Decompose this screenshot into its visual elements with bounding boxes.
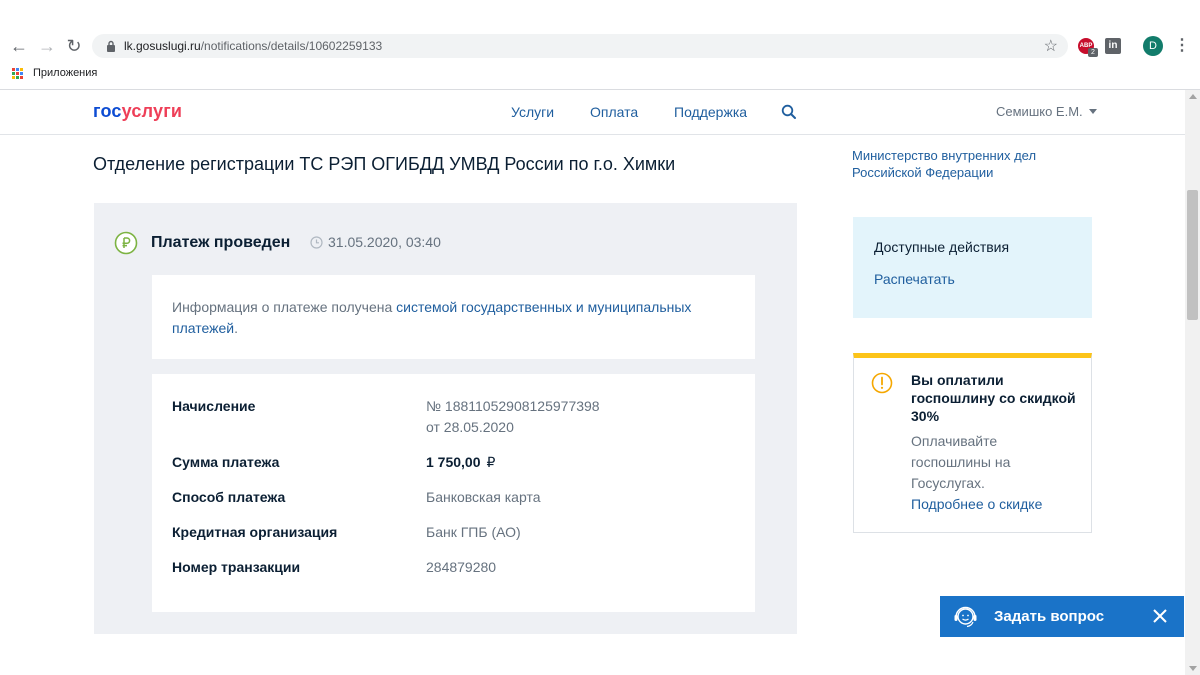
discount-title: Вы оплатили госпошлину со скидкой 30% [911,372,1076,424]
support-headset-icon [954,606,977,628]
adblock-badge: 2 [1088,48,1098,57]
back-arrow-icon[interactable]: ← [9,36,29,56]
reload-icon[interactable]: ↻ [64,36,84,56]
ask-question-widget[interactable]: Задать вопрос [940,596,1184,637]
detail-label: Кредитная организация [172,524,338,540]
gosuslugi-logo[interactable]: госуслуги [93,101,182,122]
accrual-date: от 28.05.2020 [426,419,514,435]
detail-label: Сумма платежа [172,454,280,470]
discount-notice: Вы оплатили госпошлину со скидкой 30% Оп… [853,353,1092,533]
detail-label: Начисление [172,398,256,414]
url-text: lk.gosuslugi.ru/notifications/details/10… [124,39,383,53]
transaction-number: 284879280 [426,559,497,575]
payment-method: Банковская карта [426,489,541,505]
caret-down-icon [1088,109,1097,114]
detail-label: Номер транзакции [172,559,301,575]
profile-avatar[interactable]: D [1143,36,1163,56]
site-header: госуслуги Услуги Оплата Поддержка Семишк… [0,90,1185,135]
actions-title: Доступные действия [874,239,1010,255]
status-datetime: 31.05.2020, 03:40 [328,234,441,250]
lock-icon [107,40,115,52]
discount-text: Оплачивайте госпошлины на Госуслугах. [911,433,1011,491]
payment-info-card: Информация о платеже получена системой г… [152,275,755,359]
apps-grid-icon[interactable] [12,68,23,79]
bookmark-star-icon[interactable]: ☆ [1044,36,1058,56]
page-scrollbar[interactable] [1185,90,1200,675]
linkedin-extension-icon[interactable]: in [1105,38,1121,54]
payment-amount: 1 750,00 ₽ [426,454,496,470]
browser-toolbar: ← → ↻ lk.gosuslugi.ru/notifications/deta… [0,0,1200,90]
user-menu[interactable]: Семишко Е.М. [996,104,1097,119]
browser-menu-icon[interactable]: ⋮ [1174,35,1190,57]
accrual-number: № 18811052908125977398 [426,398,600,414]
scroll-up-arrow-icon[interactable] [1189,94,1197,99]
warning-icon [871,372,893,394]
scroll-down-arrow-icon[interactable] [1189,666,1197,671]
status-label: Платеж проведен [151,234,291,251]
ruble-circle-icon [114,231,138,255]
detail-row-bank: Кредитная организация Банк ГПБ (АО) [172,522,732,543]
detail-row-method: Способ платежа Банковская карта [172,487,732,508]
address-bar[interactable]: lk.gosuslugi.ru/notifications/details/10… [92,34,1068,58]
close-icon[interactable] [1150,606,1170,626]
clock-icon [310,236,323,249]
nav-services-link[interactable]: Услуги [511,104,554,120]
apps-bookmark-label[interactable]: Приложения [33,67,97,79]
payment-panel: Платеж проведен 31.05.2020, 03:40 Информ… [94,203,797,634]
bank-name: Банк ГПБ (АО) [426,524,521,540]
available-actions-box: Доступные действия Распечатать [853,217,1092,318]
detail-row-transaction: Номер транзакции 284879280 [172,557,732,578]
detail-row-amount: Сумма платежа 1 750,00 ₽ [172,452,732,473]
payment-details-card: Начисление № 18811052908125977398 от 28.… [152,374,755,612]
discount-details-link[interactable]: Подробнее о скидке [911,496,1042,512]
detail-label: Способ платежа [172,489,286,505]
print-link[interactable]: Распечатать [874,271,955,287]
ruble-sign: ₽ [486,454,496,470]
detail-row-accrual: Начисление № 18811052908125977398 от 28.… [172,396,732,438]
nav-payment-link[interactable]: Оплата [590,104,638,120]
forward-arrow-icon[interactable]: → [37,36,57,56]
scroll-thumb[interactable] [1187,190,1198,320]
ministry-link[interactable]: Министерство внутренних дел Российской Ф… [852,147,1092,181]
page-title: Отделение регистрации ТС РЭП ОГИБДД УМВД… [93,154,676,174]
search-icon[interactable] [781,104,797,120]
ask-question-label: Задать вопрос [994,608,1105,625]
payment-info-text: Информация о платеже получена системой г… [172,299,692,336]
nav-support-link[interactable]: Поддержка [674,104,747,120]
